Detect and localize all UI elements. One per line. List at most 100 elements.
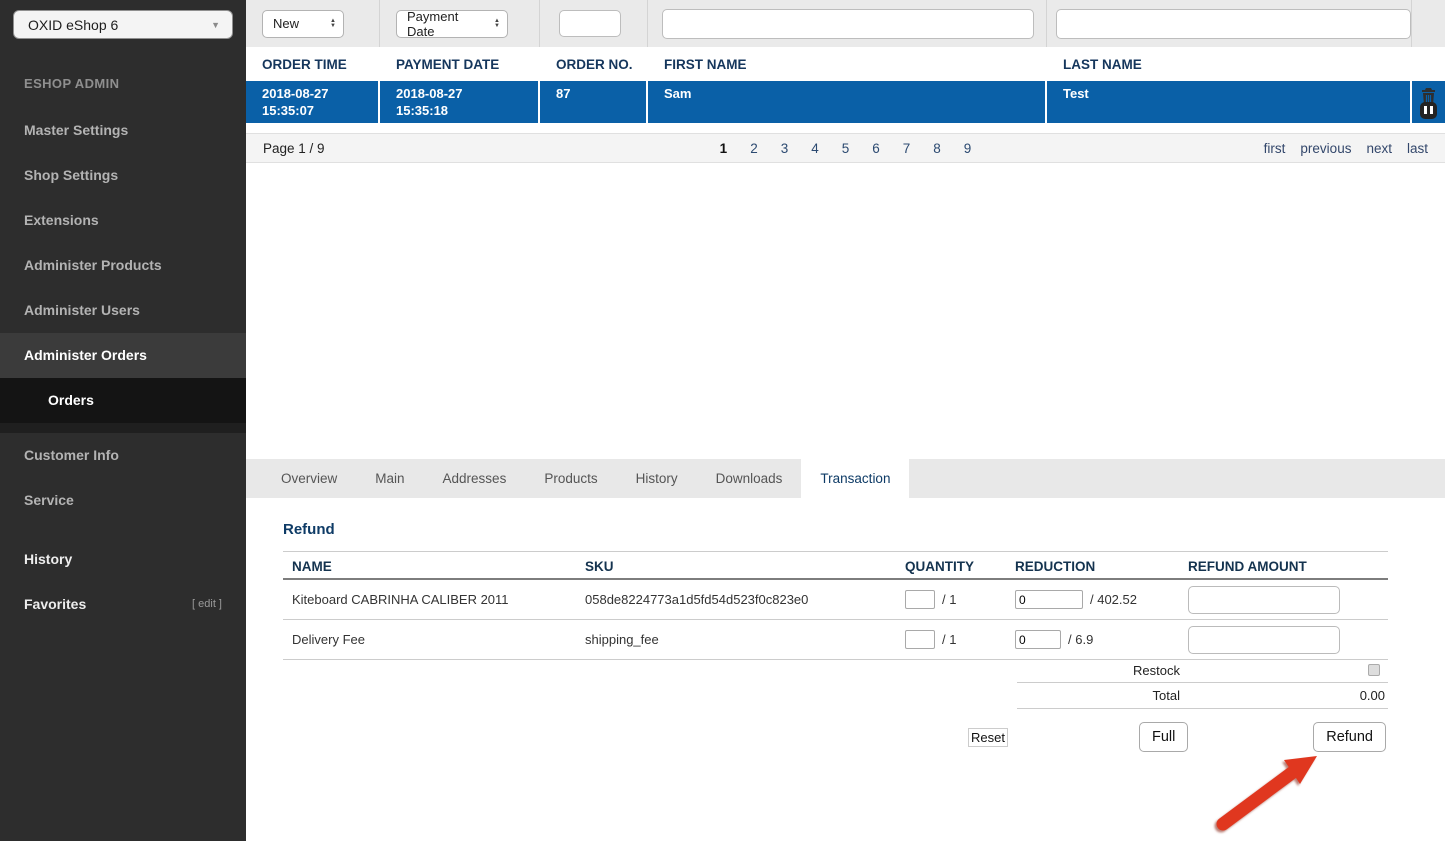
sidebar-item-customer-info[interactable]: Customer Info [0,433,246,478]
favorites-edit-link[interactable]: [ edit ] [192,582,222,627]
tab-main[interactable]: Main [356,459,423,498]
refund-amount-cell [1186,586,1388,614]
quantity-max: / 1 [942,592,956,607]
pause-icon[interactable] [1420,102,1437,119]
reduction-input[interactable] [1015,630,1061,649]
pager-last-link[interactable]: last [1407,141,1428,156]
sidebar-item-administer-products[interactable]: Administer Products [0,243,246,288]
cell-first-name[interactable]: Sam [648,81,1047,123]
tab-history[interactable]: History [617,459,697,498]
shop-selector[interactable]: OXID eShop 6 ▼ [13,10,233,39]
tab-overview[interactable]: Overview [262,459,356,498]
first-name-filter-input[interactable] [662,9,1034,39]
cell-order-time[interactable]: 2018-08-27 15:35:07 [246,81,380,123]
page-number-5[interactable]: 5 [842,141,850,156]
refund-button[interactable]: Refund [1313,722,1386,752]
date-type-filter-select[interactable]: Payment Date ▲▼ [396,10,508,38]
refund-amount-input[interactable] [1188,626,1340,654]
reduction-input[interactable] [1015,590,1083,609]
order-no-filter-input[interactable] [559,10,621,37]
refund-col-quantity: QUANTITY [898,559,1008,574]
refund-summary: Restock Total 0.00 [283,660,1388,709]
submenu-divider [0,423,246,433]
refund-table-header: NAME SKU QUANTITY REDUCTION REFUND AMOUN… [283,554,1388,580]
page-numbers: 1 2 3 4 5 6 7 8 9 [720,141,972,156]
quantity-input[interactable] [905,630,935,649]
last-name-filter-input[interactable] [1056,9,1411,39]
cell-payment-date[interactable]: 2018-08-27 15:35:18 [380,81,540,123]
filter-cell-payment-date: Payment Date ▲▼ [380,0,540,47]
detail-tab-bar: Overview Main Addresses Products History… [246,459,1445,498]
column-header-payment-date[interactable]: PAYMENT DATE [380,47,540,81]
status-filter-select[interactable]: New ▲▼ [262,10,344,38]
refund-col-name: NAME [283,559,585,574]
filter-cell-first-name [648,0,1047,47]
sidebar-item-administer-users[interactable]: Administer Users [0,288,246,333]
cell-last-name[interactable]: Test [1047,81,1412,123]
refund-col-sku: SKU [585,559,898,574]
tab-downloads[interactable]: Downloads [697,459,802,498]
product-name: Kiteboard CABRINHA CALIBER 2011 [283,592,585,607]
product-sku: shipping_fee [585,632,898,647]
select-arrows-icon: ▲▼ [330,19,336,29]
sidebar-item-favorites[interactable]: Favorites [ edit ] [0,582,246,627]
sidebar-item-extensions[interactable]: Extensions [0,198,246,243]
reset-button[interactable]: Reset [968,728,1008,747]
sidebar-item-shop-settings[interactable]: Shop Settings [0,153,246,198]
page-number-2[interactable]: 2 [750,141,758,156]
cell-order-no[interactable]: 87 [540,81,648,123]
page-number-3[interactable]: 3 [781,141,789,156]
full-button[interactable]: Full [1139,722,1188,752]
page-number-9[interactable]: 9 [964,141,972,156]
filter-cell-last-name [1047,0,1412,47]
refund-table: NAME SKU QUANTITY REDUCTION REFUND AMOUN… [283,554,1388,660]
quantity-input[interactable] [905,590,935,609]
select-arrows-icon: ▲▼ [494,19,500,29]
pager-previous-link[interactable]: previous [1300,141,1351,156]
reduction-cell: / 402.52 [1008,590,1186,609]
page-number-7[interactable]: 7 [903,141,911,156]
page-number-4[interactable]: 4 [811,141,819,156]
sidebar-item-administer-orders[interactable]: Administer Orders [0,333,246,378]
refund-amount-input[interactable] [1188,586,1340,614]
pager-nav: first previous next last [1264,141,1445,156]
status-filter-value: New [273,16,299,31]
column-header-order-time[interactable]: ORDER TIME [246,47,380,81]
sidebar-item-master-settings[interactable]: Master Settings [0,108,246,153]
tab-transaction[interactable]: Transaction [801,459,909,498]
pager-next-link[interactable]: next [1366,141,1392,156]
refund-row-delivery-fee: Delivery Fee shipping_fee / 1 / 6.9 [283,620,1388,660]
row-actions [1412,81,1445,123]
total-row: Total 0.00 [1017,683,1388,709]
quantity-cell: / 1 [898,590,1008,609]
restock-checkbox[interactable] [1368,664,1380,676]
tab-products[interactable]: Products [525,459,616,498]
shop-selector-value: OXID eShop 6 [28,17,118,33]
page-indicator: Page 1 / 9 [246,141,325,156]
reduction-cell: / 6.9 [1008,630,1186,649]
sidebar: OXID eShop 6 ▼ ESHOP ADMIN Master Settin… [0,0,246,841]
column-header-order-no[interactable]: ORDER NO. [540,47,648,81]
brand-label: ESHOP ADMIN [24,76,246,91]
chevron-down-icon: ▼ [211,20,220,30]
column-header-first-name[interactable]: FIRST NAME [648,47,1047,81]
divider [283,551,1388,552]
sidebar-item-orders[interactable]: Orders [0,378,246,423]
page-number-8[interactable]: 8 [933,141,941,156]
page-number-1[interactable]: 1 [720,141,728,156]
sidebar-item-history[interactable]: History [0,537,246,582]
table-row-selected-order[interactable]: 2018-08-27 15:35:07 2018-08-27 15:35:18 … [246,81,1445,123]
refund-amount-cell [1186,626,1388,654]
pager-first-link[interactable]: first [1264,141,1286,156]
column-header-last-name[interactable]: LAST NAME [1047,47,1412,81]
main-content: New ▲▼ Payment Date ▲▼ ORDER T [246,0,1445,841]
refund-row-kiteboard: Kiteboard CABRINHA CALIBER 2011 058de822… [283,580,1388,620]
filter-cell-order-time: New ▲▼ [246,0,380,47]
product-sku: 058de8224773a1d5fd54d523f0c823e0 [585,592,898,607]
total-label: Total [1017,688,1180,703]
filter-cell-order-no [540,0,648,47]
restock-label: Restock [1017,663,1180,678]
sidebar-item-service[interactable]: Service [0,478,246,523]
page-number-6[interactable]: 6 [872,141,880,156]
tab-addresses[interactable]: Addresses [424,459,526,498]
